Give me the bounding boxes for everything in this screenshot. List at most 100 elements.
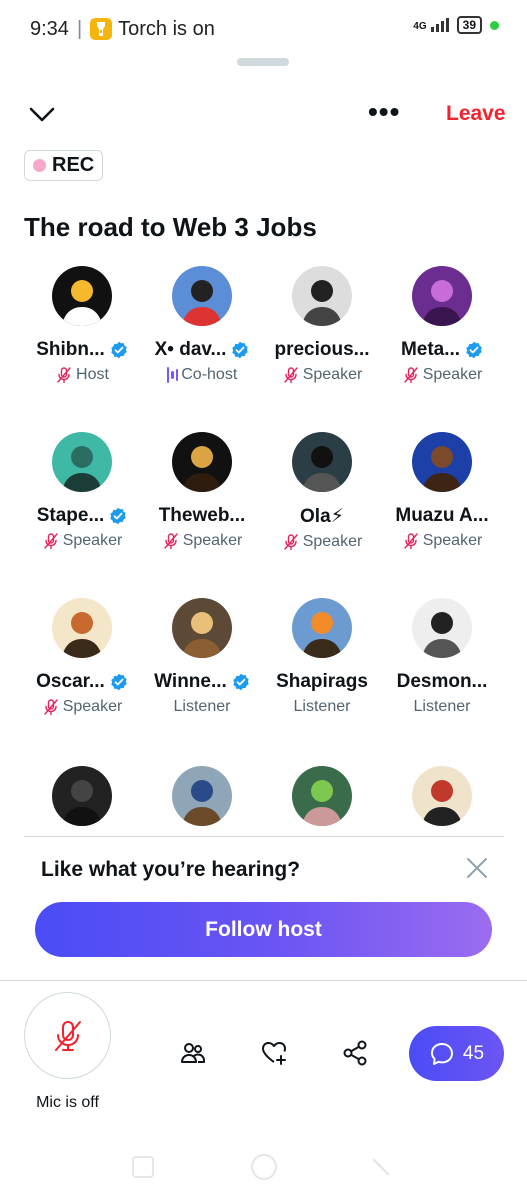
mic-off-icon bbox=[44, 533, 58, 550]
avatar[interactable] bbox=[172, 432, 232, 492]
participant-name: Shapirags bbox=[262, 671, 382, 693]
avatar[interactable] bbox=[292, 598, 352, 658]
leave-button[interactable]: Leave bbox=[446, 102, 506, 126]
speaking-bars-icon bbox=[166, 366, 179, 384]
participant-role-text: Speaker bbox=[62, 698, 123, 715]
recording-dot-icon bbox=[33, 159, 46, 172]
participant-name-text: Shapirags bbox=[276, 671, 368, 692]
avatar[interactable] bbox=[292, 432, 352, 492]
participant-card[interactable]: Ola⚡ Speaker bbox=[262, 432, 382, 551]
participant-card[interactable]: precious... Speaker bbox=[262, 266, 382, 384]
participant-name: Theweb... bbox=[142, 505, 262, 527]
close-icon[interactable] bbox=[464, 855, 490, 881]
participant-card[interactable]: Meta... Speaker bbox=[382, 266, 502, 384]
participant-name: Meta... bbox=[382, 339, 502, 361]
participant-card[interactable]: Shibn... Host bbox=[22, 266, 142, 384]
chat-bubble-icon bbox=[430, 1042, 453, 1065]
avatar[interactable] bbox=[52, 266, 112, 326]
participant-role: Speaker bbox=[262, 533, 382, 551]
participant-name: precious... bbox=[262, 339, 382, 361]
system-nav-bar bbox=[0, 1150, 527, 1200]
participant-role: Speaker bbox=[22, 698, 142, 716]
mic-toggle-button[interactable] bbox=[24, 992, 111, 1079]
verified-badge-icon bbox=[466, 341, 482, 359]
participant-card[interactable]: X• dav... Co-host bbox=[142, 266, 262, 384]
status-notification: Torch is on bbox=[118, 17, 215, 40]
avatar[interactable] bbox=[52, 766, 112, 826]
participant-role: Speaker bbox=[382, 366, 502, 384]
home-nav-icon[interactable] bbox=[251, 1154, 277, 1180]
participant-name-text: Theweb... bbox=[158, 505, 246, 526]
avatar[interactable] bbox=[292, 266, 352, 326]
mic-off-icon bbox=[404, 367, 418, 384]
participant-card[interactable]: Winne... Listener bbox=[142, 598, 262, 716]
participant-name-text: Oscar... bbox=[36, 671, 105, 692]
mic-off-icon bbox=[44, 699, 58, 716]
privacy-indicator-dot bbox=[490, 20, 499, 30]
mic-off-icon bbox=[284, 367, 298, 384]
avatar[interactable] bbox=[52, 432, 112, 492]
participant-role: Listener bbox=[142, 698, 262, 716]
participant-name-text: Winne... bbox=[154, 671, 227, 692]
follow-host-button[interactable]: Follow host bbox=[35, 902, 492, 957]
avatar[interactable] bbox=[172, 766, 232, 826]
signal-icon: 4G bbox=[413, 18, 449, 32]
participant-role-text: Speaker bbox=[62, 532, 123, 549]
comments-button[interactable]: 45 bbox=[409, 1026, 504, 1081]
avatar[interactable] bbox=[412, 266, 472, 326]
avatar[interactable] bbox=[52, 598, 112, 658]
participant-role-text: Listener bbox=[173, 698, 231, 715]
recording-badge: REC bbox=[24, 150, 103, 181]
avatar[interactable] bbox=[172, 266, 232, 326]
divider bbox=[0, 980, 527, 981]
participant-card[interactable]: Oscar... Speaker bbox=[22, 598, 142, 716]
participant-name-text: Muazu A... bbox=[395, 505, 489, 526]
participants-icon[interactable] bbox=[176, 1036, 210, 1070]
participant-card[interactable]: Desmon... Listener bbox=[382, 598, 502, 716]
participant-name: Oscar... bbox=[22, 671, 142, 693]
status-time: 9:34 bbox=[30, 17, 69, 40]
avatar[interactable] bbox=[172, 598, 232, 658]
participant-card[interactable]: Muazu A... Speaker bbox=[382, 432, 502, 550]
mic-off-icon bbox=[404, 533, 418, 550]
participant-role-text: Speaker bbox=[422, 532, 483, 549]
participant-name-text: Shibn... bbox=[36, 339, 105, 360]
sheet-drag-handle[interactable] bbox=[237, 58, 289, 66]
participant-name: Shibn... bbox=[22, 339, 142, 361]
participant-card[interactable] bbox=[142, 766, 262, 826]
participant-role: Speaker bbox=[262, 366, 382, 384]
participant-name-text: X• dav... bbox=[154, 339, 227, 360]
participant-name-text: Stape... bbox=[36, 505, 105, 526]
participant-card[interactable]: Theweb... Speaker bbox=[142, 432, 262, 550]
verified-badge-icon bbox=[111, 341, 127, 359]
participant-role-text: Listener bbox=[413, 698, 471, 715]
participant-role-text: Speaker bbox=[302, 366, 363, 383]
avatar[interactable] bbox=[412, 432, 472, 492]
participant-name-text: Ola⚡ bbox=[300, 506, 344, 527]
heart-plus-icon[interactable] bbox=[257, 1036, 291, 1070]
participant-card[interactable]: Stape... Speaker bbox=[22, 432, 142, 550]
recents-nav-icon[interactable] bbox=[132, 1156, 154, 1178]
participant-name: Stape... bbox=[22, 505, 142, 527]
chevron-down-icon[interactable] bbox=[28, 102, 56, 126]
avatar[interactable] bbox=[292, 766, 352, 826]
mic-off-icon bbox=[54, 1020, 81, 1051]
avatar[interactable] bbox=[412, 766, 472, 826]
participant-name-text: Desmon... bbox=[396, 671, 488, 692]
participant-card[interactable]: Shapirags Listener bbox=[262, 598, 382, 716]
participant-card[interactable] bbox=[382, 766, 502, 826]
participant-card[interactable] bbox=[22, 766, 142, 826]
participant-role-text: Speaker bbox=[422, 366, 483, 383]
mic-status-label: Mic is off bbox=[36, 1094, 99, 1111]
participant-role: Listener bbox=[262, 698, 382, 716]
participant-card[interactable] bbox=[262, 766, 382, 826]
participant-role: Listener bbox=[382, 698, 502, 716]
participant-name: Muazu A... bbox=[382, 505, 502, 527]
back-nav-icon[interactable] bbox=[370, 1156, 392, 1178]
participant-role-text: Listener bbox=[293, 698, 351, 715]
share-icon[interactable] bbox=[338, 1036, 372, 1070]
space-title: The road to Web 3 Jobs bbox=[24, 212, 317, 242]
more-dots-icon[interactable]: ••• bbox=[368, 98, 400, 126]
comments-count: 45 bbox=[462, 1042, 485, 1064]
avatar[interactable] bbox=[412, 598, 472, 658]
